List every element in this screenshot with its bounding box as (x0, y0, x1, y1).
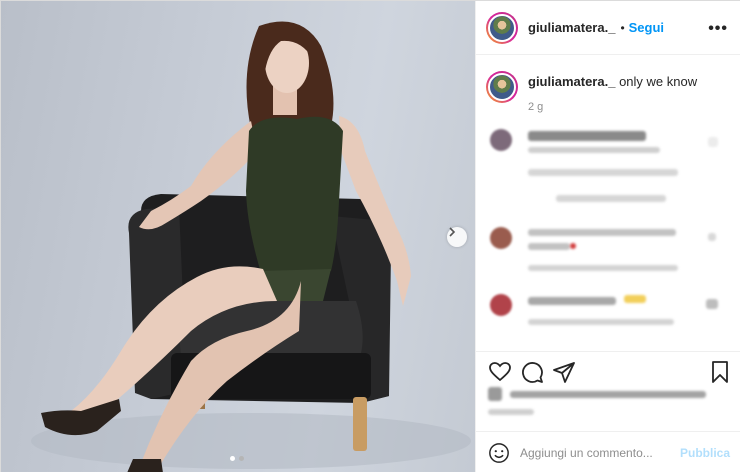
comment-like-redacted[interactable] (708, 137, 718, 147)
comment-icon[interactable] (520, 360, 544, 384)
comment-redacted (624, 295, 646, 303)
post-sidebar: giuliamatera._ • Segui ••• giuliamatera.… (475, 1, 740, 472)
share-icon[interactable] (552, 360, 576, 384)
emoji-icon[interactable] (488, 442, 510, 464)
username-link[interactable]: giuliamatera._ (528, 20, 615, 35)
comment-redacted (556, 195, 666, 202)
date-text-redacted (488, 409, 534, 415)
comment-redacted (528, 229, 676, 236)
heart-icon[interactable] (488, 360, 512, 384)
follow-button[interactable]: Segui (629, 20, 664, 35)
comment-redacted (528, 169, 678, 176)
avatar[interactable] (486, 11, 518, 44)
avatar-image (488, 13, 516, 42)
likes-avatar-redacted (488, 387, 502, 401)
carousel-dot (239, 456, 244, 461)
comment-like-redacted[interactable] (706, 299, 718, 309)
comment-like-redacted[interactable] (708, 233, 716, 241)
carousel-next-button[interactable] (447, 227, 467, 247)
photo-illustration (31, 21, 471, 472)
comment-redacted (528, 265, 678, 271)
comment-redacted (528, 147, 660, 153)
caption: giuliamatera._ only we know (486, 71, 732, 103)
carousel-dot-active (230, 456, 235, 461)
instagram-post-view: giuliamatera._ • Segui ••• giuliamatera.… (0, 0, 740, 472)
comment-redacted (528, 243, 570, 250)
bookmark-icon[interactable] (708, 360, 732, 384)
comment-redacted (528, 319, 674, 325)
separator-dot: • (620, 20, 625, 35)
post-header: giuliamatera._ • Segui ••• (476, 1, 740, 55)
caption-body: only we know (619, 74, 698, 89)
avatar-image (488, 73, 516, 101)
publish-button[interactable]: Pubblica (680, 446, 730, 460)
action-bar (476, 351, 740, 385)
comment-avatar[interactable] (490, 129, 512, 151)
comment-redacted (528, 131, 646, 141)
caption-username[interactable]: giuliamatera._ (528, 74, 615, 89)
caption-text: giuliamatera._ only we know (528, 73, 697, 103)
post-photo[interactable] (1, 1, 475, 472)
chevron-right-icon (449, 227, 456, 237)
likes-text-redacted (510, 391, 706, 398)
caption-time: 2 g (528, 101, 544, 113)
more-horizontal-icon[interactable]: ••• (708, 20, 728, 38)
comment-redacted (528, 297, 616, 305)
comment-composer: Pubblica (476, 431, 740, 472)
carousel-indicator (230, 456, 244, 461)
comment-avatar[interactable] (490, 294, 512, 316)
comments-list (476, 119, 740, 351)
caption-avatar[interactable] (486, 71, 518, 103)
comment-input[interactable] (520, 445, 680, 460)
comment-avatar[interactable] (490, 227, 512, 249)
comment-redacted (570, 243, 576, 249)
